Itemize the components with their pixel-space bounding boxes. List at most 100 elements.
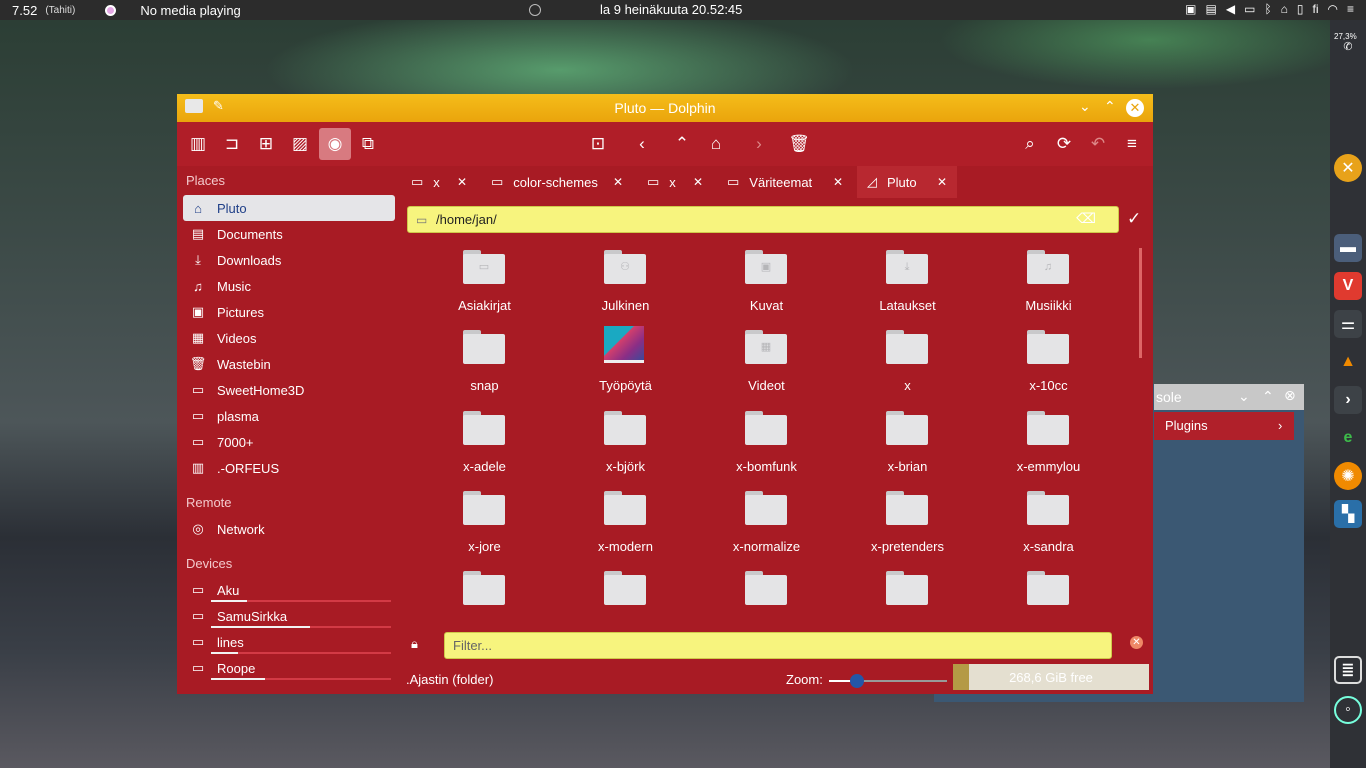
tab-x[interactable]: ▭ x ✕ (637, 166, 711, 198)
minimize-icon[interactable]: ⌄ (1079, 98, 1091, 115)
file-item[interactable]: x-normalize (696, 485, 837, 565)
file-item[interactable]: x-emmylou (978, 405, 1119, 485)
file-item[interactable]: x-bomfunk (696, 405, 837, 485)
file-item[interactable]: x (837, 324, 978, 404)
sidebar-item-downloads[interactable]: ⤓ Downloads (183, 247, 395, 273)
wifi-icon[interactable]: ◠ (1328, 2, 1338, 16)
file-item[interactable] (837, 565, 978, 624)
window-titlebar[interactable]: ✎ Pluto — Dolphin ⌄ ⌃ ✕ (177, 94, 1153, 122)
x-app-icon[interactable]: ✕ (1334, 154, 1362, 182)
menu-icon[interactable]: ≡ (1347, 2, 1354, 16)
file-item[interactable]: ▦ Videot (696, 324, 837, 404)
media-status[interactable]: No media playing (140, 3, 240, 18)
sidebar-item-wastebin[interactable]: 🗑 Wastebin (183, 351, 395, 377)
file-item[interactable]: ⤓ Lataukset (837, 244, 978, 324)
file-item[interactable] (414, 565, 555, 624)
sidebar-item-plasma[interactable]: ▭ plasma (183, 403, 395, 429)
location-bar[interactable]: ▭ /home/jan/ ⌫ (407, 206, 1119, 233)
sidebar-item-videos[interactable]: ▦ Videos (183, 325, 395, 351)
file-item[interactable]: snap (414, 324, 555, 404)
file-item[interactable] (555, 565, 696, 624)
play-icon[interactable] (529, 4, 541, 16)
plugins-tab[interactable]: Plugins › (1154, 412, 1294, 440)
editor-icon[interactable]: e (1334, 424, 1362, 452)
volume-icon[interactable]: ◀ (1226, 2, 1235, 16)
confirm-icon[interactable]: ✓ (1127, 209, 1141, 229)
home-icon[interactable]: ⌂ (702, 130, 730, 158)
clear-text-icon[interactable]: ⌫ (1076, 210, 1096, 227)
sidebar-item-7000[interactable]: ▭ 7000+ (183, 429, 395, 455)
settings-icon[interactable]: ⚌ (1334, 310, 1362, 338)
sidebar-item-music[interactable]: ♫ Music (183, 273, 395, 299)
file-item[interactable]: ▭ Asiakirjat (414, 244, 555, 324)
vlc-icon[interactable]: ▲ (1334, 348, 1362, 376)
refresh-icon[interactable]: ⟳ (1050, 130, 1078, 158)
close-tab-icon[interactable]: ✕ (613, 175, 623, 189)
sidebar-item-orfeus[interactable]: ▥ .-ORFEUS (183, 455, 395, 481)
notes-app-icon[interactable]: ≣ (1334, 656, 1362, 684)
close-filter-icon[interactable]: ✕ (1130, 636, 1143, 649)
close-tab-icon[interactable]: ✕ (457, 175, 467, 189)
lock-icon[interactable]: ⌂ (1281, 2, 1288, 16)
undo-icon[interactable]: ↶ (1084, 130, 1112, 158)
file-item[interactable]: x-björk (555, 405, 696, 485)
console-icon[interactable]: › (1334, 386, 1362, 414)
close-tab-icon[interactable]: ✕ (937, 175, 947, 189)
media-player-icon[interactable] (105, 4, 117, 16)
hamburger-menu-icon[interactable]: ≡ (1118, 130, 1146, 158)
file-item[interactable]: x-sandra (978, 485, 1119, 565)
kdenlive-icon[interactable]: ▚ (1334, 500, 1362, 528)
search-icon[interactable]: ⌕ (1016, 130, 1044, 158)
file-item[interactable]: x-10cc (978, 324, 1119, 404)
up-icon[interactable]: ⌃ (668, 130, 696, 158)
trash-icon[interactable]: 🗑 (785, 130, 813, 158)
preview-icon[interactable]: ▨ (286, 130, 314, 158)
sidebar-item-documents[interactable]: ▤ Documents (183, 221, 395, 247)
file-item[interactable]: x-jore (414, 485, 555, 565)
lock-icon[interactable]: 🔒︎ (411, 636, 418, 652)
system-monitor-icon[interactable]: ◦ (1334, 696, 1362, 724)
terminal-icon[interactable]: ⊐ (218, 130, 246, 158)
sidebar-item-sweethome3d[interactable]: ▭ SweetHome3D (183, 377, 395, 403)
monitor-icon[interactable]: ▭ (1244, 2, 1255, 16)
zoom-slider[interactable] (829, 674, 947, 688)
panel-icon[interactable]: ⊡ (584, 130, 612, 158)
minimize-icon[interactable]: ⌄ (1238, 388, 1250, 405)
close-tab-icon[interactable]: ✕ (833, 175, 843, 189)
clock[interactable]: 7.52 (12, 3, 37, 18)
file-item[interactable]: Työpöytä (555, 324, 696, 404)
maximize-icon[interactable]: ⌃ (1262, 388, 1274, 405)
close-tab-icon[interactable]: ✕ (693, 175, 703, 189)
close-icon[interactable]: ⊗ (1284, 387, 1296, 404)
split-view-icon[interactable]: ▥ (184, 130, 212, 158)
free-space-indicator[interactable]: 268,6 GiB free (953, 664, 1149, 690)
keyboard-layout[interactable]: fi (1313, 2, 1319, 16)
file-manager-icon[interactable]: ▬ (1334, 234, 1362, 262)
tab-color-schemes[interactable]: ▭ color-schemes ✕ (481, 166, 631, 198)
file-item[interactable]: x-pretenders (837, 485, 978, 565)
show-hidden-icon[interactable]: ◉ (319, 128, 351, 160)
display-icon[interactable]: ▣ (1185, 2, 1196, 16)
bluetooth-icon[interactable]: ᛒ (1264, 2, 1271, 16)
back-icon[interactable]: ‹ (628, 130, 656, 158)
tab-x[interactable]: ▭ x ✕ (401, 166, 475, 198)
new-tab-icon[interactable]: ⧉ (354, 130, 382, 158)
file-item[interactable]: x-brian (837, 405, 978, 485)
scrollbar[interactable] (1139, 248, 1142, 358)
file-item[interactable]: x-modern (555, 485, 696, 565)
file-item[interactable]: ▣ Kuvat (696, 244, 837, 324)
new-window-icon[interactable]: ⊞ (252, 130, 280, 158)
file-item[interactable]: x-adele (414, 405, 555, 485)
close-icon[interactable]: ✕ (1126, 99, 1144, 117)
sidebar-item-pictures[interactable]: ▣ Pictures (183, 299, 395, 325)
zoom-slider-handle[interactable] (850, 674, 865, 688)
filter-bar[interactable]: Filter... (444, 632, 1112, 659)
clipboard-icon[interactable]: ▯ (1297, 2, 1304, 16)
tab-pluto[interactable]: ◿ Pluto ✕ (857, 166, 957, 198)
maximize-icon[interactable]: ⌃ (1104, 98, 1116, 115)
file-item[interactable]: ⚇ Julkinen (555, 244, 696, 324)
tab-v-riteemat[interactable]: ▭ Väriteemat ✕ (717, 166, 851, 198)
date-time[interactable]: la 9 heinäkuuta 20.52:45 (600, 2, 742, 17)
vivaldi-icon[interactable]: V (1334, 272, 1362, 300)
sidebar-item-pluto[interactable]: ⌂ Pluto (183, 195, 395, 221)
